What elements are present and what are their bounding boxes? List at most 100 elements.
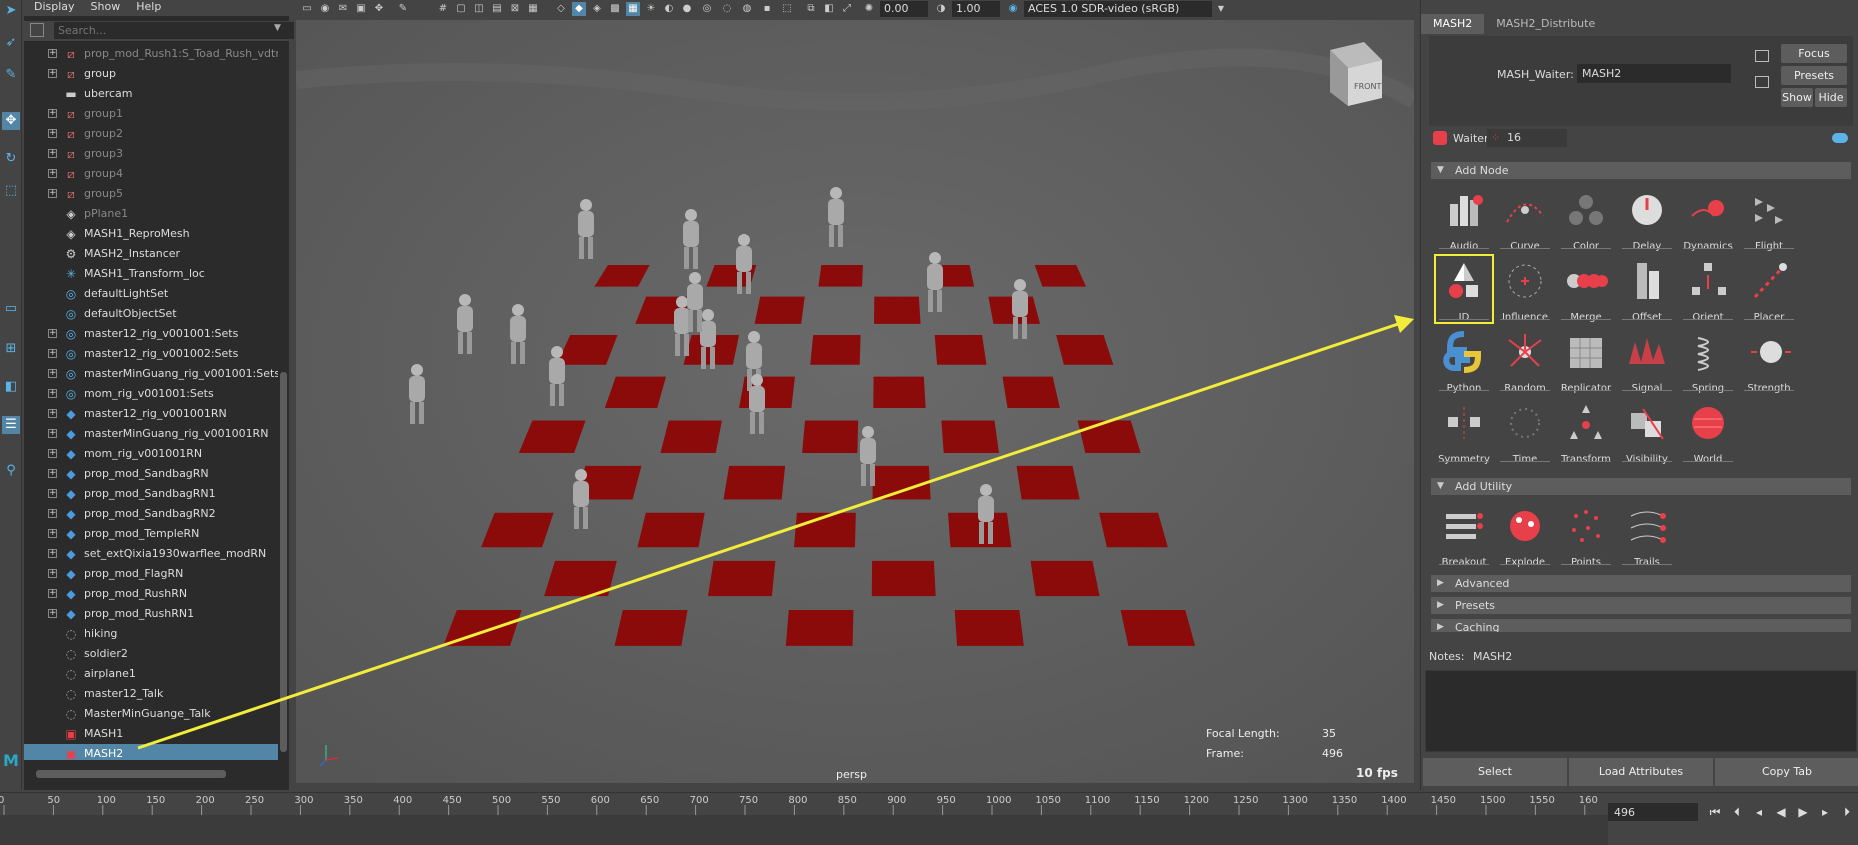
menu-display[interactable]: Display: [34, 0, 75, 16]
add-node-section[interactable]: ▼ Add Node: [1431, 162, 1851, 179]
film-gate-icon[interactable]: ▢: [454, 2, 468, 16]
rotate-tool-icon[interactable]: ↻: [2, 150, 20, 168]
2d-pan-icon[interactable]: ✥: [372, 2, 386, 16]
scale-tool-icon[interactable]: ⬚: [2, 182, 20, 200]
outliner-search-input[interactable]: [54, 22, 294, 39]
current-frame-field[interactable]: [1608, 803, 1698, 821]
focus-button[interactable]: Focus: [1781, 44, 1847, 63]
outliner-row[interactable]: + ◎ masterMinGuang_rig_v001001:Sets: [24, 364, 278, 384]
outliner-row[interactable]: + ◆ set_extQixia1930warflee_modRN: [24, 544, 278, 564]
expand-icon[interactable]: +: [48, 349, 57, 358]
exposure-icon[interactable]: ✺: [862, 2, 876, 16]
outliner-row[interactable]: + ◆ master12_rig_v001001RN: [24, 404, 278, 424]
node-placer-button[interactable]: Placer: [1740, 255, 1798, 323]
expand-icon[interactable]: +: [48, 129, 57, 138]
layout-single-icon[interactable]: ▭: [2, 300, 20, 318]
node-points-button[interactable]: Points: [1557, 500, 1615, 568]
outliner-row[interactable]: + ◆ masterMinGuang_rig_v001001RN: [24, 424, 278, 444]
expand-icon[interactable]: +: [48, 109, 57, 118]
colorspace-dropdown-icon[interactable]: ▼: [1214, 2, 1228, 16]
presets-button[interactable]: Presets: [1781, 66, 1847, 85]
camera-select-icon[interactable]: ▭: [300, 2, 314, 16]
menu-show[interactable]: Show: [91, 0, 121, 16]
layout-side-icon[interactable]: ◧: [2, 378, 20, 396]
gamma-field[interactable]: 1.00: [952, 1, 1000, 17]
time-slider[interactable]: 0 50 100 150 200 250 300 350 400 450 500 550 600 650 7…: [0, 792, 1608, 845]
play-forwards-icon[interactable]: ▶: [1794, 803, 1812, 821]
scrollbar-thumb[interactable]: [36, 770, 226, 778]
outliner-row[interactable]: ◌ MasterMinGuange_Talk: [24, 704, 278, 724]
field-chart-icon[interactable]: ⊠: [508, 2, 522, 16]
layout-four-icon[interactable]: ⊞: [2, 340, 20, 358]
outliner-row[interactable]: + ⧄ group2: [24, 124, 278, 144]
wireframe-icon[interactable]: ◇: [554, 2, 568, 16]
expand-icon[interactable]: +: [48, 369, 57, 378]
scrollbar-thumb[interactable]: [280, 372, 287, 752]
hide-button[interactable]: Hide: [1815, 88, 1847, 107]
load-attributes-button[interactable]: Load Attributes: [1569, 758, 1713, 786]
node-replicator-button[interactable]: Replicator: [1557, 326, 1615, 394]
node-dynamics-button[interactable]: Dynamics: [1679, 184, 1737, 252]
paint-tool-icon[interactable]: ✎: [2, 66, 20, 84]
outliner-row[interactable]: + ⧄ prop_mod_Rush1:S_Toad_Rush_vdtm: [24, 44, 278, 64]
xray-icon[interactable]: ◌: [720, 2, 734, 16]
lasso-tool-icon[interactable]: ➶: [2, 34, 20, 52]
node-transform-button[interactable]: Transform: [1557, 397, 1615, 465]
image-plane-icon[interactable]: ▣: [354, 2, 368, 16]
bookmark-icon[interactable]: ✉: [336, 2, 350, 16]
menu-help[interactable]: Help: [136, 0, 161, 16]
expand-icon[interactable]: +: [48, 429, 57, 438]
step-forward-key-icon[interactable]: ⏵: [1838, 803, 1856, 821]
step-back-key-icon[interactable]: ⏴: [1728, 803, 1746, 821]
add-utility-section[interactable]: ▼ Add Utility: [1431, 478, 1851, 495]
show-button[interactable]: Show: [1781, 88, 1813, 107]
node-orient-button[interactable]: Orient: [1679, 255, 1737, 323]
outliner-row[interactable]: ◌ hiking: [24, 624, 278, 644]
node-curve-button[interactable]: Curve: [1496, 184, 1554, 252]
search-dropdown-icon[interactable]: ▼: [274, 23, 281, 33]
filter-icon[interactable]: [30, 23, 44, 37]
color-management-icon[interactable]: ◉: [1006, 2, 1020, 16]
copy-tab-button[interactable]: Copy Tab: [1715, 758, 1858, 786]
node-time-button[interactable]: Time: [1496, 397, 1554, 465]
outliner-vertical-scrollbar[interactable]: [279, 44, 288, 762]
node-random-button[interactable]: Random: [1496, 326, 1554, 394]
outliner-row[interactable]: + ◆ prop_mod_TempleRN: [24, 524, 278, 544]
outliner-row[interactable]: + ◎ mom_rig_v001001:Sets: [24, 384, 278, 404]
outliner-row[interactable]: + ⧄ group1: [24, 104, 278, 124]
expand-icon[interactable]: +: [48, 169, 57, 178]
outliner-row[interactable]: ✳ MASH1_Transform_loc: [24, 264, 278, 284]
notes-textarea[interactable]: [1425, 670, 1857, 752]
outliner-row[interactable]: + ◆ prop_mod_RushRN1: [24, 604, 278, 624]
layout-outliner-icon[interactable]: ☰: [2, 416, 20, 434]
expand-icon[interactable]: +: [48, 469, 57, 478]
expand-icon[interactable]: +: [48, 389, 57, 398]
advanced-section[interactable]: ▶ Advanced: [1431, 575, 1851, 592]
expand-icon[interactable]: +: [48, 589, 57, 598]
outliner-horizontal-scrollbar[interactable]: [24, 768, 279, 780]
colorspace-select[interactable]: ACES 1.0 SDR-video (sRGB): [1024, 1, 1212, 17]
waiter-name-field[interactable]: MASH2: [1577, 64, 1731, 83]
smooth-shade-icon[interactable]: ◆: [572, 2, 586, 16]
resolution-gate-icon[interactable]: ◫: [472, 2, 486, 16]
expand-icon[interactable]: +: [48, 409, 57, 418]
outliner-row[interactable]: + ◆ prop_mod_SandbagRN: [24, 464, 278, 484]
isolate-select-icon[interactable]: ◎: [700, 2, 714, 16]
expand-icon[interactable]: +: [48, 69, 57, 78]
expand-icon[interactable]: +: [48, 549, 57, 558]
outliner-row[interactable]: ◎ defaultLightSet: [24, 284, 278, 304]
node-symmetry-button[interactable]: Symmetry: [1435, 397, 1493, 465]
node-flight-button[interactable]: Flight: [1740, 184, 1798, 252]
step-back-frame-icon[interactable]: ◂: [1750, 803, 1768, 821]
node-explode-button[interactable]: Explode: [1496, 500, 1554, 568]
shadows-icon[interactable]: ☀: [644, 2, 658, 16]
xray-joints-icon[interactable]: ◍: [740, 2, 754, 16]
expand-icon[interactable]: +: [48, 529, 57, 538]
expand-icon[interactable]: +: [48, 49, 57, 58]
outliner-row[interactable]: ◈ MASH1_ReproMesh: [24, 224, 278, 244]
tab-mash2-distribute[interactable]: MASH2_Distribute: [1484, 14, 1607, 34]
node-audio-button[interactable]: Audio: [1435, 184, 1493, 252]
select-hierarchy-icon[interactable]: ⬚: [780, 2, 794, 16]
symmetry-icon[interactable]: ◧: [822, 2, 836, 16]
node-trails-button[interactable]: Trails: [1618, 500, 1676, 568]
